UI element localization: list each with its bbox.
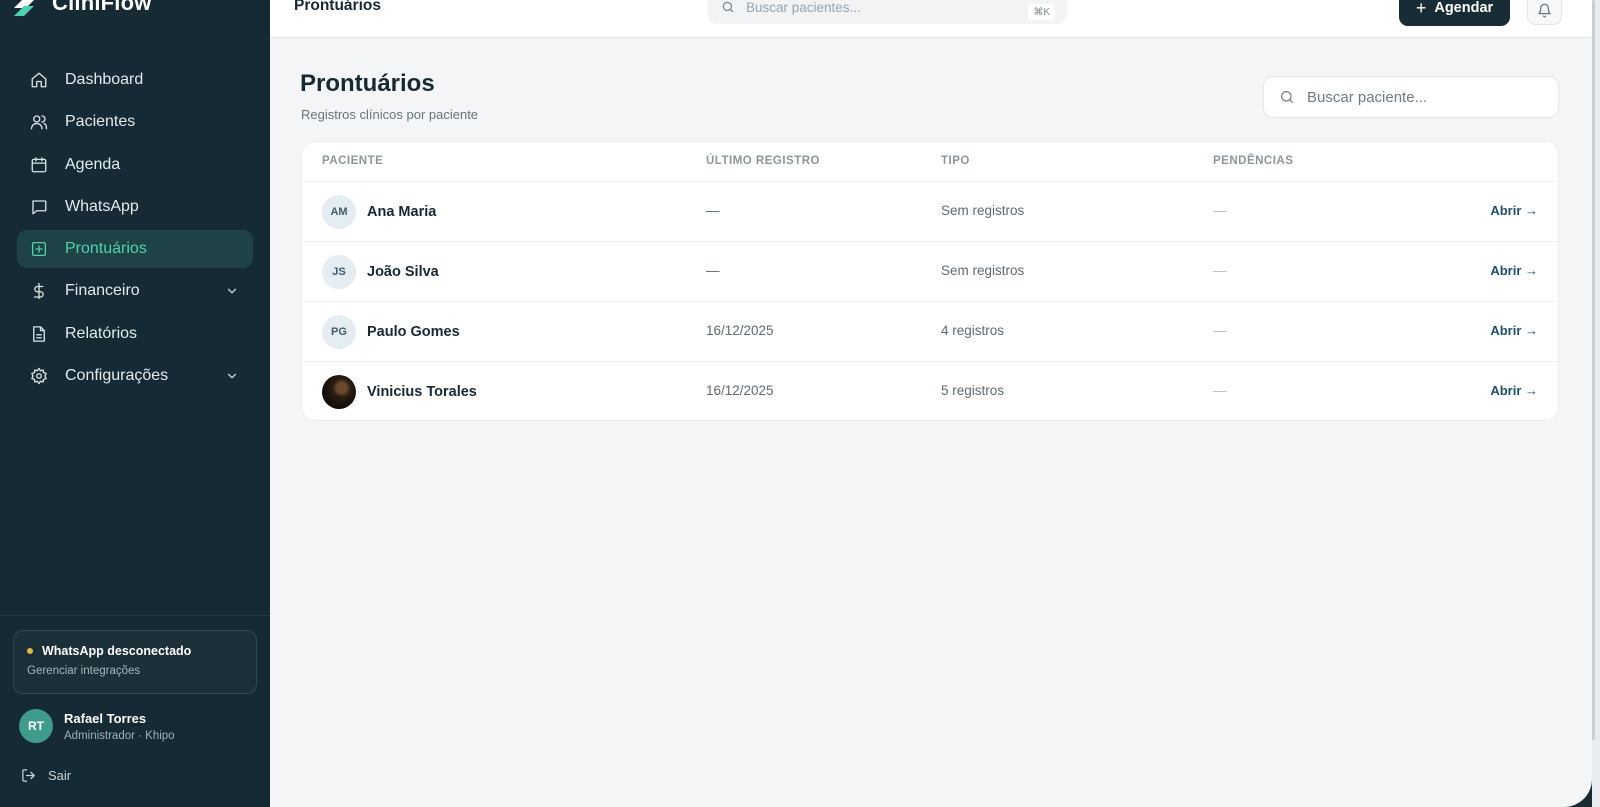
app-name: CliniFlow	[52, 0, 152, 15]
cliniflow-logo-icon	[14, 0, 34, 16]
calendar-icon	[30, 156, 48, 174]
logout-icon	[22, 769, 35, 782]
dollar-icon	[30, 282, 48, 300]
pending-items: —	[1213, 203, 1227, 218]
sidebar-item-relatorios[interactable]: Relatórios	[17, 315, 253, 353]
sidebar-item-financeiro[interactable]: Financeiro	[17, 272, 253, 310]
sidebar-item-configuracoes[interactable]: Configurações	[17, 357, 253, 395]
page-subtitle: Registros clínicos por paciente	[301, 107, 479, 122]
gear-icon	[30, 367, 48, 385]
sidebar: CliniFlow Dashboard Pacientes Agenda Wha…	[0, 0, 270, 807]
user-profile[interactable]: RT Rafael Torres Administrador · Khipo	[19, 709, 175, 743]
sidebar-item-label: Dashboard	[65, 71, 144, 88]
topbar: Prontuários Buscar pacientes... ⌘K + Age…	[270, 0, 1592, 38]
table-row[interactable]: AM Ana Maria — Sem registros — Abrir →	[302, 182, 1558, 242]
sidebar-item-label: Configurações	[65, 367, 169, 385]
pending-items: —	[1213, 263, 1227, 278]
page-title: Prontuários	[300, 70, 435, 97]
avatar: RT	[19, 709, 53, 743]
logout-label: Sair	[48, 768, 72, 783]
pending-items: —	[1213, 383, 1227, 398]
sidebar-item-whatsapp[interactable]: WhatsApp	[17, 188, 253, 226]
table-row[interactable]: JS João Silva — Sem registros — Abrir →	[302, 242, 1558, 302]
bell-icon	[1538, 3, 1551, 18]
search-icon	[1281, 91, 1293, 103]
logout-button[interactable]: Sair	[21, 768, 71, 783]
sidebar-nav: Dashboard Pacientes Agenda WhatsApp Pron…	[17, 61, 253, 399]
sidebar-item-dashboard[interactable]: Dashboard	[17, 61, 253, 99]
scrollbar-thumb[interactable]	[1592, 0, 1595, 740]
column-header-type: TIPO	[941, 155, 970, 167]
table-row[interactable]: Vinicius Torales 16/12/2025 5 registros …	[302, 362, 1558, 420]
schedule-button-label: Agendar	[1434, 0, 1494, 16]
whatsapp-status-card[interactable]: WhatsApp desconectado Gerenciar integraç…	[13, 630, 257, 694]
sidebar-item-label: Prontuários	[65, 240, 147, 258]
patient-name: Vinicius Torales	[367, 384, 477, 400]
avatar-photo	[322, 375, 356, 409]
chevron-down-icon[interactable]	[225, 369, 239, 383]
notifications-button[interactable]	[1527, 0, 1562, 25]
sidebar-item-label: Agenda	[65, 155, 121, 173]
last-record: 16/12/2025	[706, 323, 774, 338]
sidebar-item-label: Financeiro	[65, 282, 140, 300]
report-icon	[30, 325, 48, 343]
sidebar-item-pacientes[interactable]: Pacientes	[17, 103, 253, 141]
avatar: AM	[322, 195, 356, 229]
avatar: JS	[322, 255, 356, 289]
app-window: CliniFlow Dashboard Pacientes Agenda Wha…	[0, 0, 1592, 807]
topbar-title: Prontuários	[294, 0, 381, 14]
sidebar-item-label: Relatórios	[65, 324, 138, 342]
patient-name: João Silva	[367, 264, 439, 280]
sidebar-divider	[0, 615, 270, 616]
user-name: Rafael Torres	[64, 710, 147, 726]
search-placeholder: Buscar pacientes...	[746, 0, 861, 15]
search-icon	[722, 1, 734, 13]
table-header: PACIENTE ÚLTIMO REGISTRO TIPO PENDÊNCIAS	[302, 142, 1558, 182]
chevron-down-icon[interactable]	[225, 284, 239, 298]
open-record-link[interactable]: Abrir →	[1490, 323, 1538, 338]
record-type: Sem registros	[941, 263, 1025, 278]
plus-icon: +	[1415, 0, 1427, 18]
record-type: 5 registros	[941, 383, 1005, 398]
sidebar-item-label: WhatsApp	[65, 197, 139, 215]
keyboard-shortcut-badge: ⌘K	[1028, 4, 1055, 20]
last-record: 16/12/2025	[706, 383, 774, 398]
records-table: PACIENTE ÚLTIMO REGISTRO TIPO PENDÊNCIAS…	[301, 141, 1559, 421]
patient-name: Paulo Gomes	[367, 324, 460, 340]
open-record-link[interactable]: Abrir →	[1490, 383, 1538, 398]
logo[interactable]: CliniFlow	[10, 0, 152, 18]
record-type: Sem registros	[941, 203, 1025, 218]
sidebar-item-prontuarios[interactable]: Prontuários	[17, 230, 253, 269]
schedule-button[interactable]: + Agendar	[1399, 0, 1510, 26]
column-header-last-record: ÚLTIMO REGISTRO	[706, 155, 820, 167]
last-record: —	[706, 203, 720, 218]
search-placeholder: Buscar paciente...	[1307, 88, 1428, 106]
medical-record-icon	[30, 240, 48, 258]
open-record-link[interactable]: Abrir →	[1490, 263, 1538, 278]
patient-name: Ana Maria	[367, 204, 437, 220]
column-header-pending: PENDÊNCIAS	[1213, 155, 1294, 167]
table-row[interactable]: PG Paulo Gomes 16/12/2025 4 registros — …	[302, 302, 1558, 362]
global-search-input[interactable]: Buscar pacientes... ⌘K	[707, 0, 1067, 24]
sidebar-item-label: Pacientes	[65, 113, 136, 131]
user-role: Administrador · Khipo	[64, 729, 175, 742]
users-icon	[30, 113, 48, 131]
chat-icon	[30, 198, 48, 216]
home-icon	[30, 71, 48, 89]
status-dot	[27, 648, 33, 654]
window-scrollbar[interactable]	[1592, 0, 1600, 807]
sidebar-item-agenda[interactable]: Agenda	[17, 146, 253, 184]
whatsapp-status-title: WhatsApp desconectado	[42, 644, 192, 658]
column-header-patient: PACIENTE	[322, 155, 384, 167]
pending-items: —	[1213, 323, 1227, 338]
manage-integrations-link[interactable]: Gerenciar integrações	[27, 665, 243, 677]
avatar: PG	[322, 315, 356, 349]
patient-search-input[interactable]: Buscar paciente...	[1263, 76, 1559, 118]
record-type: 4 registros	[941, 323, 1005, 338]
last-record: —	[706, 263, 720, 278]
open-record-link[interactable]: Abrir →	[1490, 203, 1538, 218]
